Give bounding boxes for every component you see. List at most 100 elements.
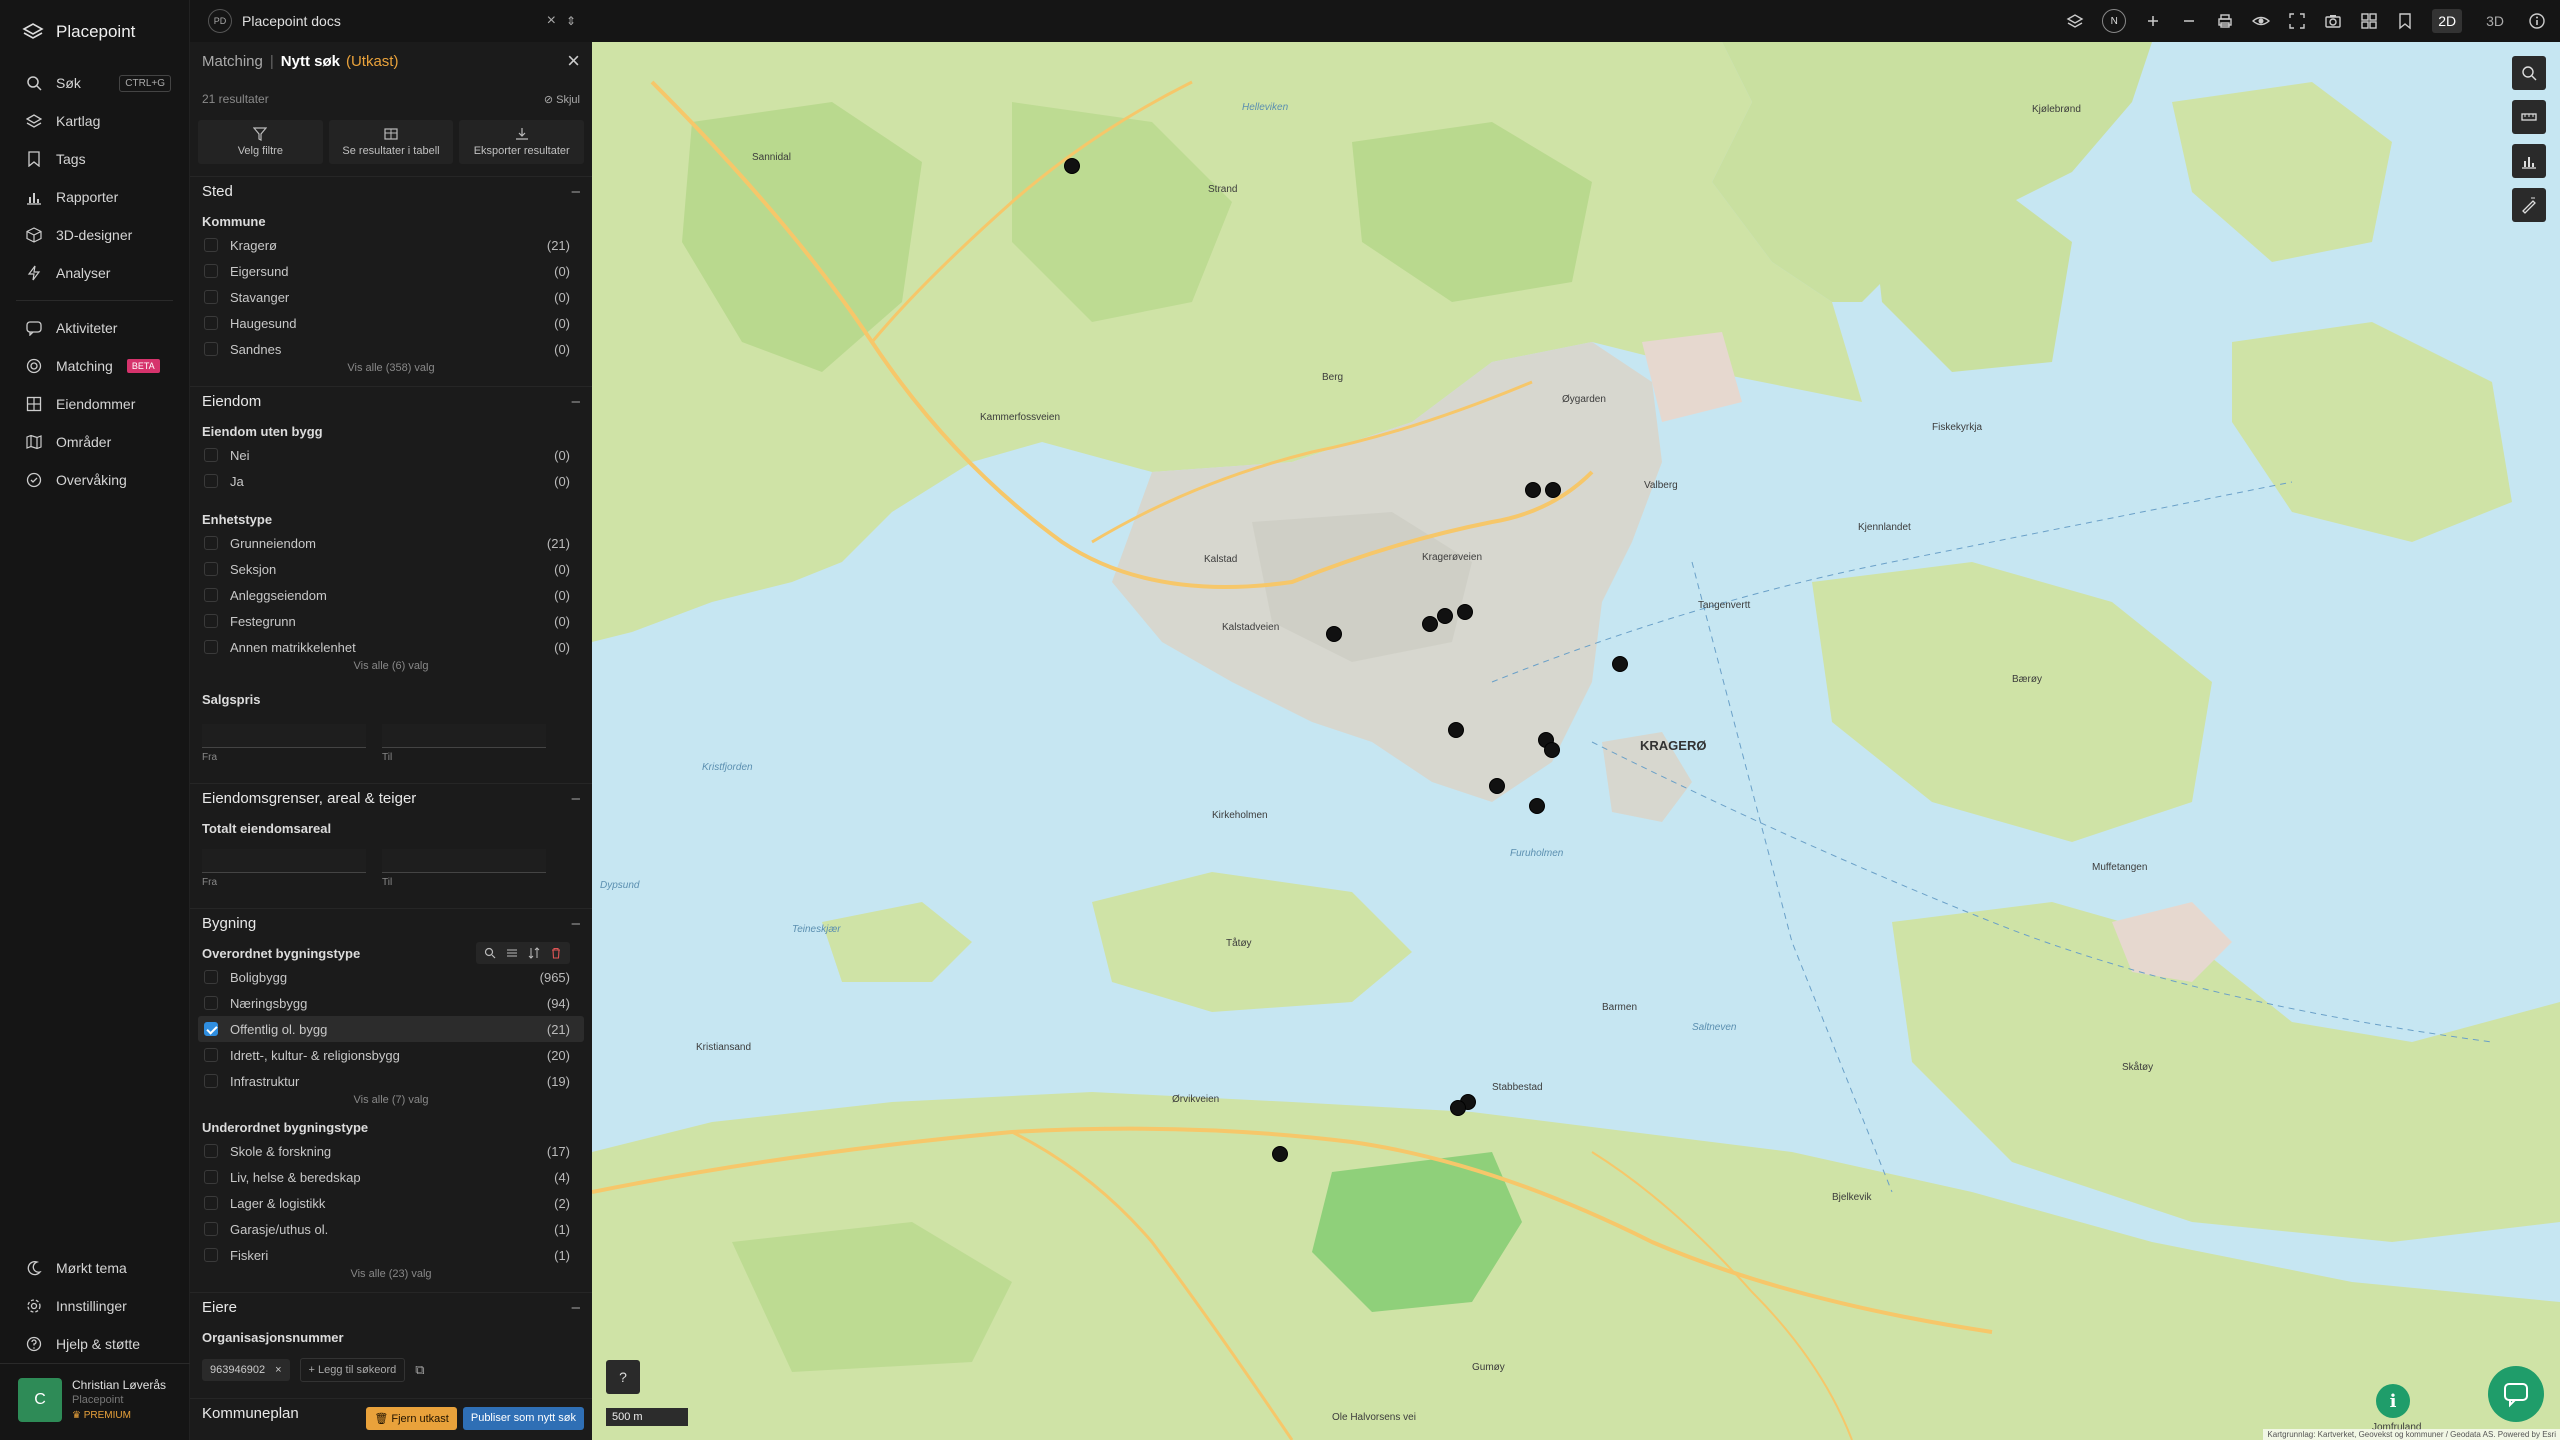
nav-item-aktiviteter[interactable]: Aktiviteter: [0, 309, 189, 347]
result-pin[interactable]: [1612, 656, 1628, 672]
nav-item-sok[interactable]: Søk CTRL+G: [0, 64, 189, 102]
choose-filters-button[interactable]: Velg filtre: [198, 120, 323, 164]
map-tool-zoom-area[interactable]: [2512, 56, 2546, 90]
result-pin[interactable]: [1450, 1100, 1466, 1116]
grid-view-icon[interactable]: [2360, 12, 2378, 30]
copy-icon[interactable]: ⧉: [415, 1362, 424, 1378]
show-all-link[interactable]: Vis alle (23) valg: [190, 1268, 592, 1286]
export-results-button[interactable]: Eksporter resultater: [459, 120, 585, 164]
show-all-link[interactable]: Vis alle (7) valg: [190, 1094, 592, 1112]
workspace-selector[interactable]: PD Placepoint docs × ⇕: [190, 0, 590, 42]
checkbox[interactable]: [204, 1144, 218, 1158]
zoom-in-icon[interactable]: [2144, 12, 2162, 30]
nav-item-eiendommer[interactable]: Eiendommer: [0, 385, 189, 423]
result-pin[interactable]: [1545, 482, 1561, 498]
map-canvas[interactable]: KRAGERØ Kragerøveien Kalstadveien Kammer…: [592, 42, 2560, 1440]
print-icon[interactable]: [2216, 12, 2234, 30]
collapse-icon[interactable]: –: [572, 1299, 580, 1316]
section-eiendom[interactable]: Eiendom –: [190, 386, 592, 416]
areal-to-input[interactable]: [382, 849, 546, 873]
section-bygning[interactable]: Bygning –: [190, 908, 592, 938]
checkbox[interactable]: [204, 264, 218, 278]
option-stavanger[interactable]: Stavanger (0): [190, 284, 592, 310]
section-sted[interactable]: Sted –: [190, 176, 592, 206]
nav-item-tags[interactable]: Tags: [0, 140, 189, 178]
checkbox[interactable]: [204, 536, 218, 550]
section-eiere[interactable]: Eiere –: [190, 1292, 592, 1322]
hide-button[interactable]: ⊘ Skjul: [544, 93, 580, 106]
checkbox[interactable]: [204, 474, 218, 488]
option-lager[interactable]: Lager & logistikk (2): [190, 1190, 592, 1216]
nav-item-3d-designer[interactable]: 3D-designer: [0, 216, 189, 254]
map-tool-measure[interactable]: [2512, 100, 2546, 134]
option-helse[interactable]: Liv, helse & beredskap (4): [190, 1164, 592, 1190]
option-fiskeri[interactable]: Fiskeri (1): [190, 1242, 592, 1268]
checkbox[interactable]: [204, 1196, 218, 1210]
checkbox[interactable]: [204, 640, 218, 654]
fullscreen-icon[interactable]: [2288, 12, 2306, 30]
collapse-icon[interactable]: –: [572, 393, 580, 410]
section-eiendomsgrenser[interactable]: Eiendomsgrenser, areal & teiger –: [190, 783, 592, 813]
brand[interactable]: Placepoint: [0, 0, 189, 64]
eye-icon[interactable]: [2252, 12, 2271, 30]
option-naeringsbygg[interactable]: Næringsbygg (94): [190, 990, 592, 1016]
map-tool-chart[interactable]: [2512, 144, 2546, 178]
camera-icon[interactable]: [2324, 12, 2342, 30]
option-festegrunn[interactable]: Festegrunn (0): [190, 608, 592, 634]
result-pin[interactable]: [1525, 482, 1541, 498]
remove-draft-button[interactable]: 🗑 Fjern utkast: [366, 1407, 457, 1430]
collapse-icon[interactable]: –: [572, 790, 580, 807]
nav-item-overvaking[interactable]: Overvåking: [0, 461, 189, 499]
checkbox[interactable]: [204, 1074, 218, 1088]
list-icon[interactable]: [506, 947, 518, 959]
salgspris-from-input[interactable]: [202, 724, 366, 748]
clear-workspace-icon[interactable]: ×: [547, 12, 556, 30]
nav-item-rapporter[interactable]: Rapporter: [0, 178, 189, 216]
checkbox[interactable]: [204, 614, 218, 628]
checkbox[interactable]: [204, 996, 218, 1010]
result-pin[interactable]: [1437, 608, 1453, 624]
checkbox[interactable]: [204, 316, 218, 330]
checkbox[interactable]: [204, 342, 218, 356]
result-pin[interactable]: [1064, 158, 1080, 174]
option-annen-matrikkelenhet[interactable]: Annen matrikkelenhet (0): [190, 634, 592, 660]
layers-stack-icon[interactable]: [2066, 12, 2084, 30]
map-help-button[interactable]: ?: [606, 1360, 640, 1394]
option-nei[interactable]: Nei (0): [190, 442, 592, 468]
breadcrumb-matching[interactable]: Matching: [202, 53, 263, 70]
compass-button[interactable]: N: [2102, 9, 2127, 33]
nav-item-dark-theme[interactable]: Mørkt tema: [0, 1249, 190, 1287]
remove-chip-icon[interactable]: ×: [275, 1364, 281, 1376]
info-button[interactable]: i: [2376, 1384, 2410, 1418]
user-profile[interactable]: C Christian Løverås Placepoint ♛ PREMIUM: [0, 1363, 190, 1440]
option-skole[interactable]: Skole & forskning (17): [190, 1138, 592, 1164]
info-icon[interactable]: [2528, 12, 2546, 30]
mode-3d-button[interactable]: 3D: [2480, 9, 2510, 33]
option-infrastruktur[interactable]: Infrastruktur (19): [190, 1068, 592, 1094]
nav-item-kartlag[interactable]: Kartlag: [0, 102, 189, 140]
result-pin[interactable]: [1529, 798, 1545, 814]
close-icon[interactable]: ×: [567, 48, 580, 74]
checkbox[interactable]: [204, 290, 218, 304]
trash-icon[interactable]: [550, 947, 562, 959]
option-haugesund[interactable]: Haugesund (0): [190, 310, 592, 336]
search-icon[interactable]: [484, 947, 496, 959]
sort-icon[interactable]: [528, 947, 540, 959]
areal-from-input[interactable]: [202, 849, 366, 873]
checkbox[interactable]: [204, 448, 218, 462]
option-boligbygg[interactable]: Boligbygg (965): [190, 964, 592, 990]
result-pin[interactable]: [1457, 604, 1473, 620]
result-pin[interactable]: [1272, 1146, 1288, 1162]
option-kragero[interactable]: Kragerø (21): [190, 232, 592, 258]
checkbox[interactable]: [204, 1248, 218, 1262]
salgspris-to-input[interactable]: [382, 724, 546, 748]
collapse-icon[interactable]: –: [572, 183, 580, 200]
nav-item-help[interactable]: Hjelp & støtte: [0, 1325, 190, 1363]
checkbox[interactable]: [204, 1170, 218, 1184]
org-chip[interactable]: 963946902 ×: [202, 1359, 290, 1381]
nav-item-settings[interactable]: Innstillinger: [0, 1287, 190, 1325]
collapse-icon[interactable]: –: [572, 915, 580, 932]
checkbox[interactable]: [204, 1222, 218, 1236]
map-tool-draw[interactable]: [2512, 188, 2546, 222]
result-pin[interactable]: [1544, 742, 1560, 758]
